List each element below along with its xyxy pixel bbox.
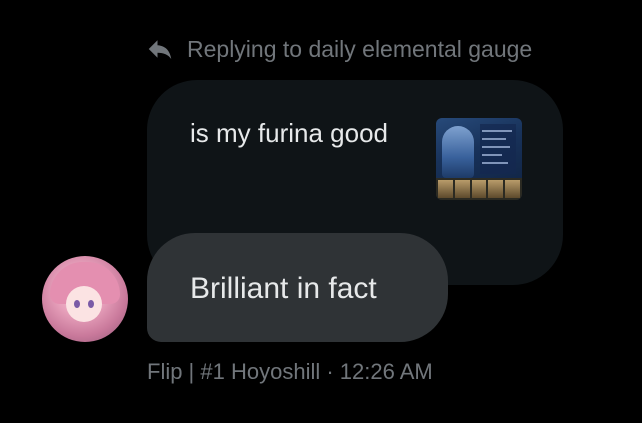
dm-conversation: Replying to daily elemental gauge is my … bbox=[0, 0, 642, 423]
image-thumbnail[interactable] bbox=[436, 118, 522, 200]
avatar[interactable] bbox=[42, 256, 128, 342]
reply-context[interactable]: Replying to daily elemental gauge bbox=[145, 32, 532, 66]
message-text: Brilliant in fact bbox=[190, 272, 377, 305]
thumbnail-slot bbox=[471, 180, 487, 198]
thumbnail-stat-line bbox=[482, 146, 510, 148]
reply-arrow-icon bbox=[145, 34, 175, 64]
quoted-message-text: is my furina good bbox=[190, 118, 388, 148]
thumbnail-slot bbox=[488, 180, 504, 198]
thumbnail-stat-line bbox=[482, 162, 508, 164]
thumbnail-stat-line bbox=[482, 130, 512, 132]
avatar-eye bbox=[74, 300, 80, 308]
thumbnail-slot bbox=[438, 180, 453, 198]
thumbnail-stat-line bbox=[482, 154, 502, 156]
avatar-face bbox=[66, 286, 102, 322]
avatar-eye bbox=[88, 300, 94, 308]
thumbnail-stat-line bbox=[482, 138, 506, 140]
thumbnail-slot bbox=[505, 180, 520, 198]
thumbnail-figure bbox=[442, 126, 474, 178]
message-meta: Flip | #1 Hoyoshill · 12:26 AM bbox=[147, 359, 433, 384]
message-bubble[interactable]: Brilliant in fact bbox=[147, 233, 448, 342]
thumbnail-artifact-slots bbox=[436, 178, 522, 200]
thumbnail-slot bbox=[454, 180, 470, 198]
reply-context-label: Replying to daily elemental gauge bbox=[187, 35, 533, 62]
